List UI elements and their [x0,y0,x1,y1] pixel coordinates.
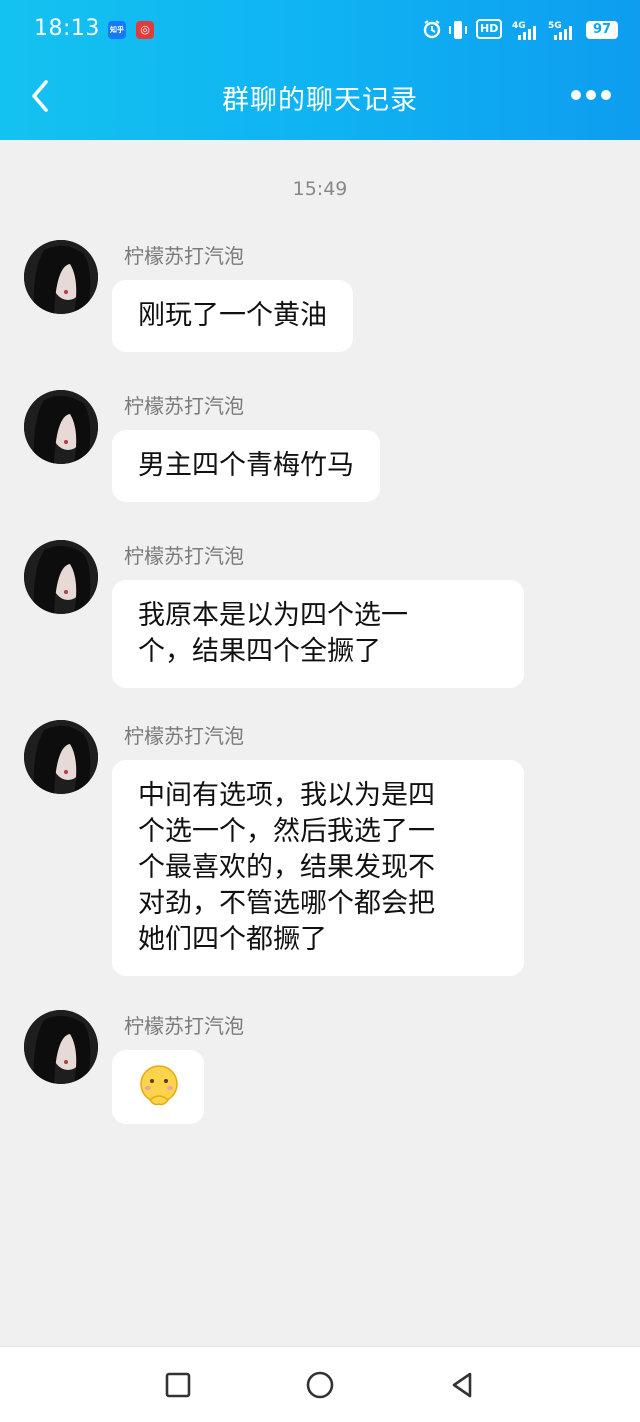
vibrate-icon [449,21,467,39]
recent-apps-icon[interactable] [162,1369,194,1401]
sender-name: 柠檬苏打汽泡 [124,544,244,568]
avatar[interactable] [24,390,98,464]
message-line: 她们四个都撅了 [138,924,327,955]
home-icon[interactable] [304,1369,336,1401]
hd-voice-icon: HD [476,19,503,39]
nav-bar: 群聊的聊天记录 [0,60,640,140]
battery-icon: 97 [586,21,618,39]
message-line: 中间有选项，我以为是四 [138,780,435,811]
message-line: 我原本是以为四个选一 [138,600,408,631]
message-bubble[interactable]: 中间有选项，我以为是四 个选一个，然后我选了一 个最喜欢的，结果发现不 对劲，不… [112,760,524,976]
message-bubble[interactable] [112,1050,204,1124]
sender-name: 柠檬苏打汽泡 [124,394,244,418]
avatar[interactable] [24,1010,98,1084]
chat-timestamp: 15:49 [292,178,348,200]
svg-text:5G: 5G [548,21,562,31]
status-time: 18:13 [34,16,100,41]
message-line: 个选一个，然后我选了一 [138,816,435,847]
alarm-icon [423,20,441,39]
message-bubble[interactable]: 刚玩了一个黄油 [112,280,353,352]
avatar[interactable] [24,240,98,314]
shy-face-emoji [140,1065,178,1106]
sender-name: 柠檬苏打汽泡 [124,724,244,748]
status-bar: 18:13 知乎 ◎ HD 4G 5G 97 [0,0,640,60]
signal-4g-icon: 4G [512,21,536,40]
zhihu-app-icon: 知乎 [108,21,126,39]
sender-name: 柠檬苏打汽泡 [124,1014,244,1038]
system-nav-bar [0,1346,640,1422]
avatar[interactable] [24,720,98,794]
sender-name: 柠檬苏打汽泡 [124,244,244,268]
message-line: 个最喜欢的，结果发现不 [138,852,435,883]
netease-music-icon: ◎ [136,21,154,39]
top-header: 18:13 知乎 ◎ HD 4G 5G 97 群聊的聊天记录 [0,0,640,140]
avatar[interactable] [24,540,98,614]
svg-text:4G: 4G [512,21,526,31]
message-line: 个，结果四个全撅了 [138,636,381,667]
signal-5g-icon: 5G [548,21,572,40]
back-triangle-icon[interactable] [446,1369,478,1401]
message-bubble[interactable]: 男主四个青梅竹马 [112,430,380,502]
more-dots-icon[interactable] [570,88,612,102]
message-bubble[interactable]: 我原本是以为四个选一 个，结果四个全撅了 [112,580,524,688]
page-title: 群聊的聊天记录 [222,85,418,116]
message-line: 对劲，不管选哪个都会把 [138,888,435,919]
